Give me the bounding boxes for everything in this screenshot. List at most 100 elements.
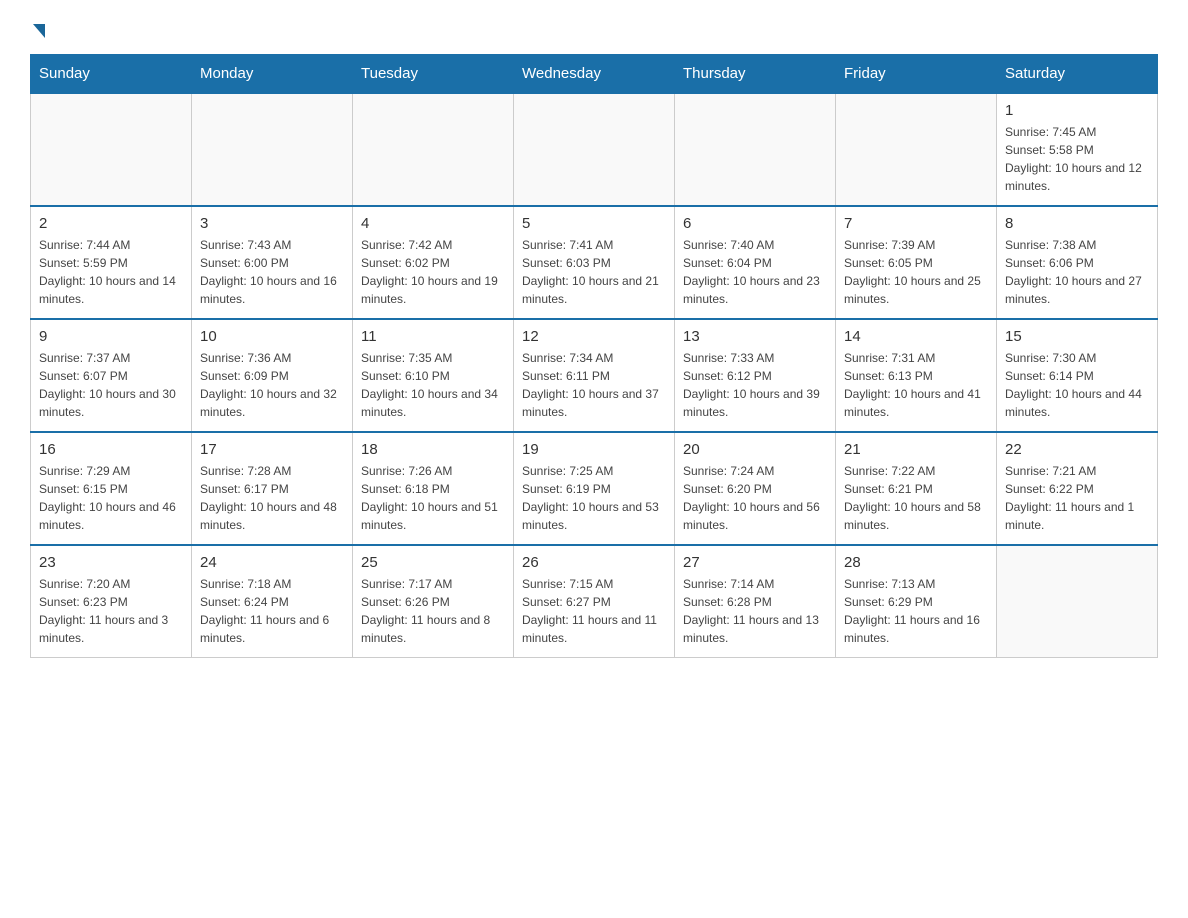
day-number: 1 [1005,102,1149,119]
day-header-thursday: Thursday [675,55,836,94]
day-header-friday: Friday [836,55,997,94]
calendar-cell: 23 Sunrise: 7:20 AM Sunset: 6:23 PM Dayli… [31,545,192,658]
calendar-cell: 13 Sunrise: 7:33 AM Sunset: 6:12 PM Dayli… [675,319,836,432]
day-number: 16 [39,441,183,458]
day-number: 12 [522,328,666,345]
day-info: Sunrise: 7:22 AM Sunset: 6:21 PM Dayligh… [844,462,988,534]
day-number: 22 [1005,441,1149,458]
calendar-cell [997,545,1158,658]
calendar-cell [514,93,675,206]
calendar-cell: 14 Sunrise: 7:31 AM Sunset: 6:13 PM Dayli… [836,319,997,432]
day-number: 20 [683,441,827,458]
day-info: Sunrise: 7:31 AM Sunset: 6:13 PM Dayligh… [844,349,988,421]
day-number: 25 [361,554,505,571]
day-info: Sunrise: 7:34 AM Sunset: 6:11 PM Dayligh… [522,349,666,421]
calendar-cell: 28 Sunrise: 7:13 AM Sunset: 6:29 PM Dayli… [836,545,997,658]
day-number: 7 [844,215,988,232]
calendar-cell: 12 Sunrise: 7:34 AM Sunset: 6:11 PM Dayli… [514,319,675,432]
calendar-cell: 20 Sunrise: 7:24 AM Sunset: 6:20 PM Dayli… [675,432,836,545]
week-row-3: 9 Sunrise: 7:37 AM Sunset: 6:07 PM Daylig… [31,319,1158,432]
calendar-cell: 11 Sunrise: 7:35 AM Sunset: 6:10 PM Dayli… [353,319,514,432]
day-info: Sunrise: 7:21 AM Sunset: 6:22 PM Dayligh… [1005,462,1149,534]
day-info: Sunrise: 7:33 AM Sunset: 6:12 PM Dayligh… [683,349,827,421]
day-info: Sunrise: 7:41 AM Sunset: 6:03 PM Dayligh… [522,236,666,308]
calendar-cell: 2 Sunrise: 7:44 AM Sunset: 5:59 PM Daylig… [31,206,192,319]
calendar-cell: 26Sunrise: 7:15 AM Sunset: 6:27 PM Dayli… [514,545,675,658]
day-number: 14 [844,328,988,345]
day-number: 24 [200,554,344,571]
day-info: Sunrise: 7:17 AM Sunset: 6:26 PM Dayligh… [361,575,505,647]
day-info: Sunrise: 7:25 AM Sunset: 6:19 PM Dayligh… [522,462,666,534]
day-number: 15 [1005,328,1149,345]
calendar-cell: 7 Sunrise: 7:39 AM Sunset: 6:05 PM Daylig… [836,206,997,319]
day-number: 11 [361,328,505,345]
day-number: 6 [683,215,827,232]
calendar-cell: 1 Sunrise: 7:45 AM Sunset: 5:58 PM Daylig… [997,93,1158,206]
calendar-table: SundayMondayTuesdayWednesdayThursdayFrid… [30,54,1158,658]
calendar-cell: 8 Sunrise: 7:38 AM Sunset: 6:06 PM Daylig… [997,206,1158,319]
day-info: Sunrise: 7:43 AM Sunset: 6:00 PM Dayligh… [200,236,344,308]
day-info: Sunrise: 7:39 AM Sunset: 6:05 PM Dayligh… [844,236,988,308]
day-number: 27 [683,554,827,571]
calendar-cell: 5 Sunrise: 7:41 AM Sunset: 6:03 PM Daylig… [514,206,675,319]
calendar-cell [353,93,514,206]
calendar-cell: 10Sunrise: 7:36 AM Sunset: 6:09 PM Dayli… [192,319,353,432]
day-info: Sunrise: 7:44 AM Sunset: 5:59 PM Dayligh… [39,236,183,308]
day-number: 21 [844,441,988,458]
day-number: 4 [361,215,505,232]
day-header-wednesday: Wednesday [514,55,675,94]
logo-arrow-icon [33,24,45,38]
calendar-cell: 16 Sunrise: 7:29 AM Sunset: 6:15 PM Dayli… [31,432,192,545]
day-info: Sunrise: 7:18 AM Sunset: 6:24 PM Dayligh… [200,575,344,647]
week-row-5: 23 Sunrise: 7:20 AM Sunset: 6:23 PM Dayli… [31,545,1158,658]
calendar-cell: 4 Sunrise: 7:42 AM Sunset: 6:02 PM Daylig… [353,206,514,319]
day-number: 5 [522,215,666,232]
calendar-cell [675,93,836,206]
day-number: 8 [1005,215,1149,232]
calendar-cell [192,93,353,206]
day-number: 23 [39,554,183,571]
day-number: 9 [39,328,183,345]
day-number: 26 [522,554,666,571]
week-row-1: 1 Sunrise: 7:45 AM Sunset: 5:58 PM Daylig… [31,93,1158,206]
day-info: Sunrise: 7:13 AM Sunset: 6:29 PM Dayligh… [844,575,988,647]
calendar-cell: 21 Sunrise: 7:22 AM Sunset: 6:21 PM Dayli… [836,432,997,545]
calendar-cell: 25 Sunrise: 7:17 AM Sunset: 6:26 PM Dayli… [353,545,514,658]
logo [30,20,45,38]
calendar-cell: 6 Sunrise: 7:40 AM Sunset: 6:04 PM Daylig… [675,206,836,319]
day-info: Sunrise: 7:40 AM Sunset: 6:04 PM Dayligh… [683,236,827,308]
calendar-cell: 17Sunrise: 7:28 AM Sunset: 6:17 PM Dayli… [192,432,353,545]
week-row-2: 2 Sunrise: 7:44 AM Sunset: 5:59 PM Daylig… [31,206,1158,319]
calendar-cell [836,93,997,206]
day-info: Sunrise: 7:26 AM Sunset: 6:18 PM Dayligh… [361,462,505,534]
day-number: 18 [361,441,505,458]
day-number: 3 [200,215,344,232]
day-header-sunday: Sunday [31,55,192,94]
day-info: Sunrise: 7:20 AM Sunset: 6:23 PM Dayligh… [39,575,183,647]
day-number: 13 [683,328,827,345]
day-info: Sunrise: 7:37 AM Sunset: 6:07 PM Dayligh… [39,349,183,421]
day-info: Sunrise: 7:35 AM Sunset: 6:10 PM Dayligh… [361,349,505,421]
day-number: 19 [522,441,666,458]
day-header-saturday: Saturday [997,55,1158,94]
calendar-cell: 3 Sunrise: 7:43 AM Sunset: 6:00 PM Daylig… [192,206,353,319]
page-header [30,20,1158,38]
day-info: Sunrise: 7:45 AM Sunset: 5:58 PM Dayligh… [1005,123,1149,195]
day-info: Sunrise: 7:42 AM Sunset: 6:02 PM Dayligh… [361,236,505,308]
calendar-header-row: SundayMondayTuesdayWednesdayThursdayFrid… [31,55,1158,94]
day-header-monday: Monday [192,55,353,94]
day-info: Sunrise: 7:38 AM Sunset: 6:06 PM Dayligh… [1005,236,1149,308]
calendar-cell: 19 Sunrise: 7:25 AM Sunset: 6:19 PM Dayli… [514,432,675,545]
day-number: 10 [200,328,344,345]
calendar-cell: 24 Sunrise: 7:18 AM Sunset: 6:24 PM Dayli… [192,545,353,658]
calendar-cell: 9 Sunrise: 7:37 AM Sunset: 6:07 PM Daylig… [31,319,192,432]
calendar-cell: 22 Sunrise: 7:21 AM Sunset: 6:22 PM Dayli… [997,432,1158,545]
day-number: 28 [844,554,988,571]
day-info: Sunrise: 7:29 AM Sunset: 6:15 PM Dayligh… [39,462,183,534]
week-row-4: 16 Sunrise: 7:29 AM Sunset: 6:15 PM Dayli… [31,432,1158,545]
day-number: 2 [39,215,183,232]
day-info: Sunrise: 7:14 AM Sunset: 6:28 PM Dayligh… [683,575,827,647]
calendar-cell [31,93,192,206]
day-info: Sunrise: 7:24 AM Sunset: 6:20 PM Dayligh… [683,462,827,534]
calendar-cell: 15Sunrise: 7:30 AM Sunset: 6:14 PM Dayli… [997,319,1158,432]
